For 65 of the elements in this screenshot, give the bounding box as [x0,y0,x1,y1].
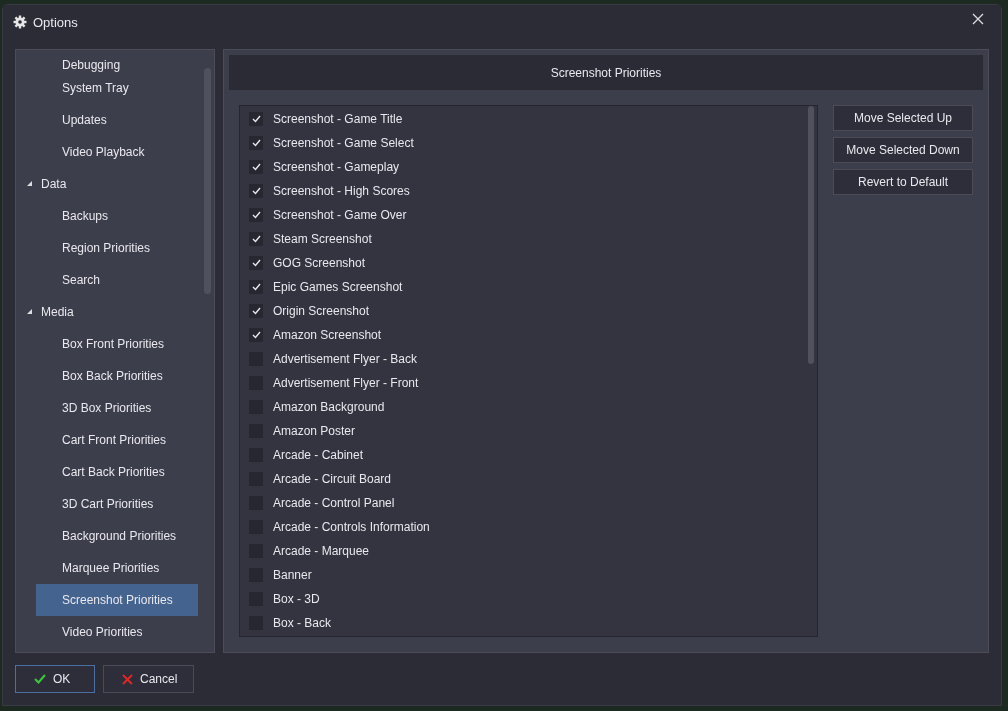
checkbox[interactable] [249,136,263,150]
checkbox-label[interactable]: Arcade - Control Panel [273,496,395,510]
checkbox[interactable] [249,256,263,270]
action-button[interactable]: Revert to Default [833,169,973,195]
action-button[interactable]: Move Selected Up [833,105,973,131]
window-title: Options [33,14,79,30]
checkbox[interactable] [249,232,263,246]
tree-group[interactable]: Media [16,296,204,328]
checkbox-label[interactable]: Advertisement Flyer - Back [273,352,418,366]
checkbox-label[interactable]: Steam Screenshot [273,232,372,246]
checkbox[interactable] [249,112,263,126]
tree-item[interactable]: Video Priorities [36,616,198,648]
expand-arrow-icon[interactable] [26,180,33,188]
checkbox-label[interactable]: Epic Games Screenshot [273,280,403,294]
checkbox[interactable] [249,184,263,198]
tree-item[interactable]: 3D Cart Priorities [36,488,198,520]
tree-item[interactable]: Cart Front Priorities [36,424,198,456]
checkbox[interactable] [249,328,263,342]
checkbox-label[interactable]: Screenshot - Game Select [273,136,414,150]
checkbox-label[interactable]: Arcade - Controls Information [273,520,430,534]
checkbox[interactable] [249,208,263,222]
tree-item[interactable]: Updates [36,104,198,136]
checkbox[interactable] [249,160,263,174]
tree-item[interactable]: Box Back Priorities [36,360,198,392]
checkbox-label[interactable]: Box - Back [273,616,332,630]
close-icon [972,13,984,25]
checkbox-label[interactable]: Amazon Screenshot [273,328,382,342]
checkbox-label[interactable]: Origin Screenshot [273,304,370,318]
checkbox[interactable] [249,304,263,318]
tree-item[interactable]: Search [36,264,198,296]
tree-item[interactable]: Cart Back Priorities [36,456,198,488]
tree-item[interactable]: 3D Box Priorities [36,392,198,424]
action-button[interactable]: Move Selected Down [833,137,973,163]
checkbox-label[interactable]: Screenshot - Game Over [273,208,407,222]
checkbox-label[interactable]: Screenshot - High Scores [273,184,410,198]
tree-item[interactable]: Backups [36,200,198,232]
settings-icon [13,15,27,29]
checkbox-label[interactable]: Screenshot - Game Title [273,112,403,126]
checkbox-label[interactable]: Banner [273,568,312,582]
checkbox-label[interactable]: Arcade - Circuit Board [273,472,392,486]
checkbox[interactable] [249,280,263,294]
checkbox-label[interactable]: GOG Screenshot [273,256,366,270]
cancel-button[interactable]: Cancel [103,665,194,693]
checkbox-label[interactable]: Amazon Background [273,400,385,414]
checkbox-label[interactable]: Amazon Poster [273,424,356,438]
cross-icon [122,673,133,685]
checkbox-label[interactable]: Arcade - Marquee [273,544,370,558]
checkbox-label[interactable]: Advertisement Flyer - Front [273,376,419,390]
tree-group[interactable]: Data [16,168,204,200]
checkbox-label[interactable]: Screenshot - Gameplay [273,160,400,174]
tree-item[interactable]: Marquee Priorities [36,552,198,584]
tree-item[interactable]: Background Priorities [36,520,198,552]
panel-header: Screenshot Priorities [229,55,983,90]
tree-item[interactable]: System Tray [36,72,198,104]
checkbox-label[interactable]: Box - 3D [273,592,320,606]
tree-item[interactable]: Debugging [36,50,198,72]
checkbox-label[interactable]: Arcade - Cabinet [273,448,364,462]
checkmark-icon [34,674,46,684]
ok-button[interactable]: OK [15,665,95,693]
expand-arrow-icon[interactable] [26,308,33,316]
tree-item[interactable]: Video Playback [36,136,198,168]
tree-item[interactable]: Region Priorities [36,232,198,264]
tree-item[interactable]: Box Front Priorities [36,328,198,360]
tree-item[interactable]: Screenshot Priorities [36,584,198,616]
scrollbar-thumb[interactable] [808,106,814,364]
